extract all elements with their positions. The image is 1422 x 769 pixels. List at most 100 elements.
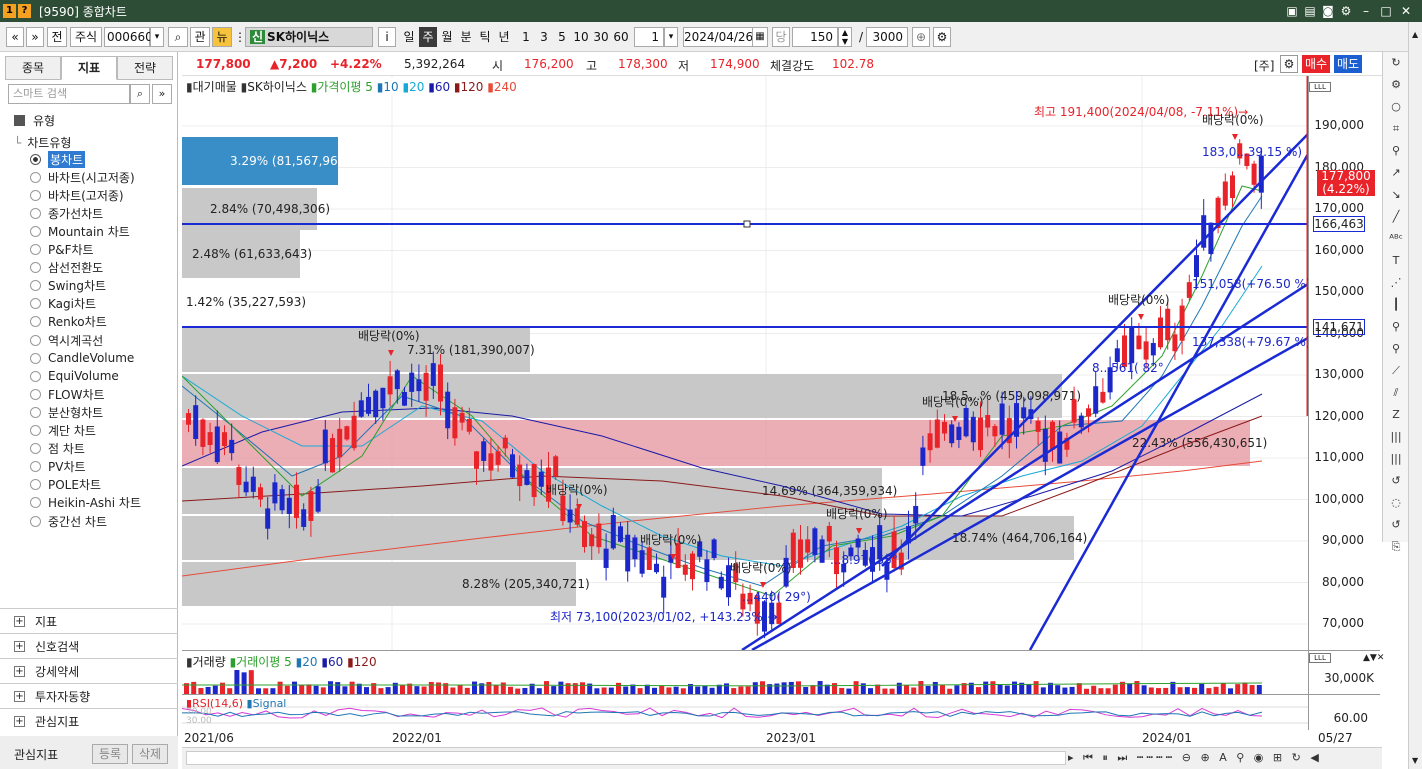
radio-icon[interactable] [30,189,41,201]
hline-marker-2[interactable]: 141,671 [1313,319,1365,335]
more-icon[interactable]: ⋮ [234,27,246,47]
left-tab[interactable]: 종목 [5,56,61,80]
radio-icon[interactable] [30,280,41,292]
chart-type-option[interactable]: Kagi차트 [30,295,96,313]
trend-icon[interactable]: ⟋ [1386,361,1406,382]
arrow-down-icon[interactable]: ↘ [1386,185,1406,206]
section-header[interactable]: + 투자자동향 [0,683,178,708]
chart-type-option[interactable]: FLOW차트 [30,385,105,403]
playback-controls[interactable]: ▸ ⏮ ⏸ ⏭ ┅┅┅┅ ⊖ ⊕ A ⚲ ◉ ⊞ ↻ ◀ [1068,751,1322,765]
plus-icon[interactable]: + [14,690,25,702]
period-tab[interactable]: 분 [457,27,475,47]
radio-icon[interactable] [30,298,41,310]
radio-icon[interactable] [30,515,41,527]
volume-scale-icon[interactable]: LLL [1309,653,1331,663]
zoom-in-icon[interactable]: ⚲ [1386,317,1406,338]
count-input[interactable]: 150 [792,27,838,47]
favorite-button[interactable]: 관 [190,27,210,47]
gear-icon[interactable]: ⚙ [933,27,951,47]
radio-icon[interactable] [30,352,41,364]
chart-type-option[interactable]: CandleVolume [30,349,134,367]
panel-controls-icon[interactable]: ▲▼✕ [1363,653,1384,663]
clear-icon[interactable]: ◌ [1386,493,1406,514]
plus-icon[interactable]: + [14,640,25,652]
settings-icon[interactable]: ⚙ [1338,3,1354,19]
dots-icon[interactable]: ⋰ [1386,273,1406,294]
scale-toggle-icon[interactable]: LLL [1309,82,1331,92]
search-input[interactable]: 스마트 검색 [8,84,130,104]
prev-icon[interactable]: « [6,27,24,47]
help-icon[interactable]: ? [18,4,31,18]
bars2-icon[interactable]: ||| [1386,449,1406,470]
sub-header[interactable]: └ 차트유형 [14,134,71,151]
register-button[interactable]: 등록 [92,744,128,764]
chart-type-option[interactable]: Swing차트 [30,277,106,295]
plus-icon[interactable]: + [14,615,25,627]
radio-icon[interactable] [30,479,41,491]
code-dropdown-icon[interactable]: ▾ [150,27,164,47]
radio-icon[interactable] [30,388,41,400]
interval-button[interactable]: 3 [536,27,552,47]
section-header[interactable]: + 지표 [0,608,178,633]
hline-marker-1[interactable]: 166,463 [1313,216,1365,232]
radio-icon[interactable] [30,461,41,473]
link-icon[interactable]: ▣ [1284,3,1300,19]
group-header[interactable]: 유형 [14,112,55,129]
volume-panel[interactable]: ▮거래량 ▮거래이평 5 ▮20 ▮60 ▮120 [182,650,1308,695]
jeon-button[interactable]: 전 [47,27,67,47]
market-type-button[interactable]: 주식 [70,27,102,47]
chart-type-option[interactable]: 점 차트 [30,440,85,458]
radio-icon[interactable] [30,443,41,455]
price-axis[interactable]: 190,000 180,000 170,000 160,000 150,000 140,0… [1308,76,1380,650]
radio-icon[interactable] [30,244,41,255]
chart-type-option[interactable]: Renko차트 [30,313,107,331]
chart-type-option[interactable]: Mountain 차트 [30,222,130,240]
period-tab[interactable]: 주 [419,27,437,47]
chart-type-option[interactable]: 역시계곡선 [30,331,103,349]
pen-icon[interactable]: ⚲ [1386,141,1406,162]
price-chart[interactable]: 3.29% (81,567,963) 2.84% (70,498,306) 2.48… [182,76,1308,650]
chart-type-option[interactable]: 종가선차트 [30,204,103,222]
interval-button[interactable]: 60 [612,27,630,47]
zigzag-icon[interactable]: Z [1386,405,1406,426]
chart-type-option[interactable]: PV차트 [30,458,86,476]
radio-icon[interactable] [30,153,41,165]
chart-scrollbar[interactable]: ▸ ⏮ ⏸ ⏭ ┅┅┅┅ ⊖ ⊕ A ⚲ ◉ ⊞ ↻ ◀ [182,747,1382,769]
chart-type-option[interactable]: POLE차트 [30,476,101,494]
right-scrollbar[interactable]: ▲ ▼ [1408,22,1422,769]
copy-icon[interactable]: ⎘ [1386,537,1406,558]
expand-icon[interactable]: » [152,84,172,104]
radio-icon[interactable] [30,225,41,237]
interval-button[interactable]: 1 [518,27,534,47]
interval-input[interactable]: 1 [634,27,664,47]
fibo-icon[interactable]: ⫽ [1386,383,1406,404]
chart-type-option[interactable]: 봉차트 [30,150,86,168]
buy-button[interactable]: 매수 [1302,55,1330,73]
grid-icon[interactable]: ⌗ [1386,119,1406,140]
news-button[interactable]: 뉴 [212,27,232,47]
arrow-up-icon[interactable]: ↗ [1386,163,1406,184]
period-tab[interactable]: 년 [495,27,513,47]
period-tab[interactable]: 틱 [476,27,494,47]
chart-type-option[interactable]: P&F차트 [30,241,94,259]
camera-icon[interactable]: ◙ [1320,3,1336,19]
rsi-chart-canvas[interactable] [181,695,1308,731]
radio-icon[interactable] [30,425,41,436]
radio-icon[interactable] [30,334,41,346]
chart-settings-icon[interactable]: ⚙ [1280,55,1298,73]
code-input[interactable]: 000660 [104,27,153,47]
radio-icon[interactable] [30,262,41,274]
search-icon[interactable]: ⌕ [130,84,150,104]
info-button[interactable]: i [378,27,396,47]
close-icon[interactable]: ✕ [1398,3,1414,19]
refresh-icon[interactable]: ↻ [1386,53,1406,74]
text-icon[interactable]: T [1386,251,1406,272]
radio-icon[interactable] [30,316,41,328]
undo-icon[interactable]: ↺ [1386,471,1406,492]
dang-button[interactable]: 당 [772,27,790,47]
chart-type-option[interactable]: 분산형차트 [30,403,103,421]
period-tab[interactable]: 일 [400,27,418,47]
price-chart-canvas[interactable]: 3.29% (81,567,963) 2.84% (70,498,306) 2.48… [182,76,1308,650]
redo-icon[interactable]: ↺ [1386,515,1406,536]
chart-type-option[interactable]: EquiVolume [30,367,119,385]
